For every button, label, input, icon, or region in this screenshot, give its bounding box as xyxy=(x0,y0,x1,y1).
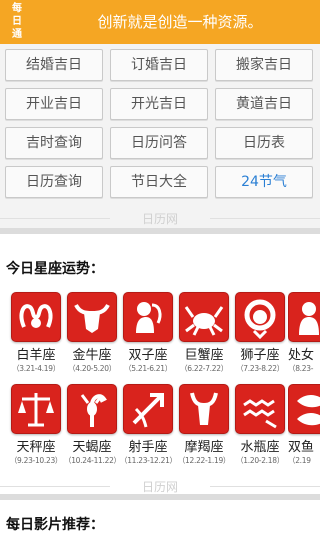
business-opening-date-button[interactable]: 开业吉日 xyxy=(5,88,103,120)
calendar-query-button[interactable]: 日历查询 xyxy=(5,166,103,198)
taurus-icon xyxy=(67,292,117,342)
zodiac-name: 金牛座 xyxy=(72,348,112,363)
zodiac-taurus[interactable]: 金牛座 （4.20-5.20） xyxy=(64,292,120,374)
zodiac-dates: （2.19 xyxy=(288,456,311,465)
zodiac-name: 处女 xyxy=(288,348,315,363)
logo-char: 日 xyxy=(12,16,22,27)
engagement-date-button[interactable]: 订婚吉日 xyxy=(110,49,208,81)
zodiac-capricorn[interactable]: 摩羯座 （12.22-1.19） xyxy=(176,384,232,466)
zodiac-scorpio[interactable]: 天蝎座 （10.24-11.22） xyxy=(64,384,121,466)
zodiac-name: 狮子座 xyxy=(240,348,280,363)
zodiac-dates: （10.24-11.22） xyxy=(64,456,121,465)
zodiac-name: 水瓶座 xyxy=(240,440,280,455)
zodiac-virgo[interactable]: 处女 （8.23- xyxy=(288,292,320,374)
lucky-hour-query-button[interactable]: 吉时查询 xyxy=(5,127,103,159)
zodiac-dates: （12.22-1.19） xyxy=(177,456,231,465)
horoscope-panel: 今日星座运势： 白羊座 （3.21-4.19） 金牛座 （4.20-5.20） … xyxy=(0,228,320,496)
zodiac-dates: （3.21-4.19） xyxy=(12,364,60,373)
zodiac-name: 巨蟹座 xyxy=(184,348,224,363)
gemini-icon xyxy=(123,292,173,342)
zodiac-dates: （11.23-12.21） xyxy=(120,456,177,465)
leo-icon xyxy=(235,292,285,342)
libra-icon xyxy=(11,384,61,434)
calendar-qa-button[interactable]: 日历问答 xyxy=(110,127,208,159)
logo-char: 每 xyxy=(12,3,22,14)
daily-motto: 创新就是创造一种资源。 xyxy=(97,13,263,31)
zodiac-gemini[interactable]: 双子座 （5.21-6.21） xyxy=(120,292,176,374)
zodiac-name: 天秤座 xyxy=(16,440,56,455)
watermark: 日历网 xyxy=(0,478,320,495)
zodiac-pisces[interactable]: 双鱼 （2.19 xyxy=(288,384,320,466)
sagittarius-icon xyxy=(123,384,173,434)
zodiac-dates: （7.23-8.22） xyxy=(236,364,284,373)
zodiac-dates: （1.20-2.18） xyxy=(236,456,284,465)
solar-terms-button[interactable]: 24节气 xyxy=(215,166,313,198)
moving-date-button[interactable]: 搬家吉日 xyxy=(215,49,313,81)
zodiac-name: 射手座 xyxy=(128,440,168,455)
zodiac-cancer[interactable]: 巨蟹座 （6.22-7.22） xyxy=(176,292,232,374)
scorpio-icon xyxy=(67,384,117,434)
logo-char: 通 xyxy=(12,29,22,40)
zodiac-name: 摩羯座 xyxy=(184,440,224,455)
zodiac-dates: （8.23- xyxy=(288,364,314,373)
consecration-date-button[interactable]: 开光吉日 xyxy=(110,88,208,120)
zodiac-libra[interactable]: 天秤座 （9.23-10.23） xyxy=(8,384,64,466)
zodiac-name: 双鱼 xyxy=(288,440,315,455)
zodiac-name: 天蝎座 xyxy=(72,440,112,455)
calendar-table-button[interactable]: 日历表 xyxy=(215,127,313,159)
watermark: 日历网 xyxy=(0,210,320,227)
zodiac-name: 双子座 xyxy=(128,348,168,363)
pisces-icon xyxy=(288,384,320,434)
zodiac-sagittarius[interactable]: 射手座 （11.23-12.21） xyxy=(120,384,177,466)
capricorn-icon xyxy=(179,384,229,434)
zodiac-dates: （5.21-6.21） xyxy=(124,364,172,373)
cancer-icon xyxy=(179,292,229,342)
zodiac-dates: （9.23-10.23） xyxy=(9,456,63,465)
zodiac-dates: （6.22-7.22） xyxy=(180,364,228,373)
aquarius-icon xyxy=(235,384,285,434)
app-header: 每 日 通 创新就是创造一种资源。 xyxy=(0,0,320,44)
horoscope-title: 今日星座运势： xyxy=(6,261,104,277)
wedding-date-button[interactable]: 结婚吉日 xyxy=(5,49,103,81)
virgo-icon xyxy=(288,292,320,342)
auspicious-day-button[interactable]: 黄道吉日 xyxy=(215,88,313,120)
zodiac-aries[interactable]: 白羊座 （3.21-4.19） xyxy=(8,292,64,374)
movies-panel: 每日影片推荐： xyxy=(0,494,320,539)
zodiac-dates: （4.20-5.20） xyxy=(68,364,116,373)
app-logo[interactable]: 每 日 通 xyxy=(6,2,28,42)
movies-title: 每日影片推荐： xyxy=(6,517,104,533)
zodiac-name: 白羊座 xyxy=(16,348,56,363)
zodiac-leo[interactable]: 狮子座 （7.23-8.22） xyxy=(232,292,288,374)
holidays-button[interactable]: 节日大全 xyxy=(110,166,208,198)
aries-icon xyxy=(11,292,61,342)
zodiac-aquarius[interactable]: 水瓶座 （1.20-2.18） xyxy=(232,384,288,466)
